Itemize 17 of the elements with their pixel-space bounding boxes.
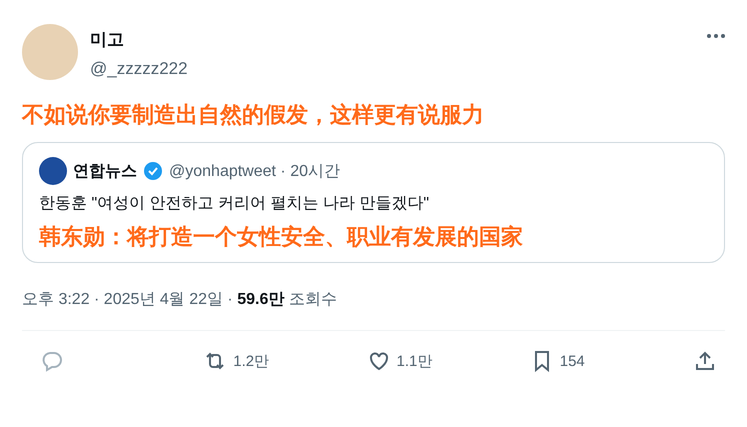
retweet-button[interactable]: 1.2만 xyxy=(203,349,364,373)
translation-caption: 不如说你要制造出自然的假发，这样更有说服力 xyxy=(22,101,485,129)
quoted-author-name: 연합뉴스 xyxy=(73,162,137,182)
translation-caption: 韩东勋：将打造一个女性安全、职业有发展的国家 xyxy=(39,223,524,251)
bookmark-button[interactable]: 154 xyxy=(530,349,690,373)
share-icon xyxy=(693,349,717,373)
author-name: 미고 xyxy=(90,29,125,51)
quoted-author-handle: @yonhaptweet · 20시간 xyxy=(169,162,340,182)
speech-bubble-icon xyxy=(40,349,64,373)
quoted-post-text: 한동훈 "여성이 안전하고 커리어 펼치는 나라 만들겠다" xyxy=(39,194,430,214)
share-button[interactable] xyxy=(693,349,717,373)
like-button[interactable]: 1.1만 xyxy=(366,349,526,373)
more-icon[interactable] xyxy=(707,34,725,38)
post-metadata: 오후 3:22 · 2025년 4월 22일 · 59.6만 조회수 xyxy=(22,289,725,331)
author-handle: @_zzzzz222 xyxy=(90,59,189,79)
quoted-post[interactable]: 연합뉴스 @yonhaptweet · 20시간 한동훈 "여성이 안전하고 커리어 펼치는 나라 만들겠다" 韩东勋：将打造一个女性安全、职业有发展的国家 xyxy=(22,142,725,263)
news-logo xyxy=(39,157,67,185)
